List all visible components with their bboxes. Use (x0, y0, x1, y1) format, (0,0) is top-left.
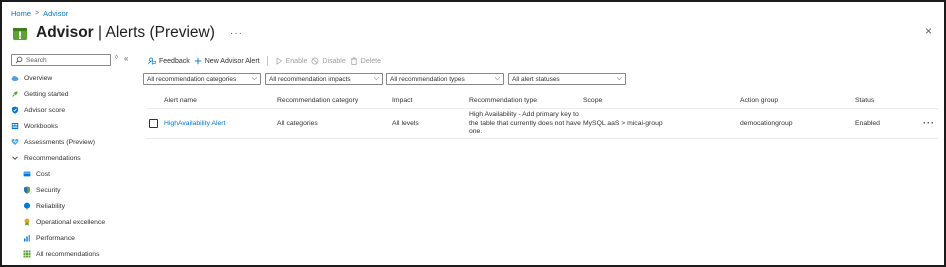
sidebar-item-label: Performance (36, 234, 75, 242)
search-icon (15, 56, 23, 64)
page-header: Advisor | Alerts (Preview) ··· (11, 22, 243, 44)
chevron-down-icon (12, 156, 18, 160)
toolbar-divider (266, 56, 268, 66)
delete-label: Delete (360, 57, 381, 65)
chevron-down-icon: ⌵ (616, 75, 622, 82)
feedback-icon (148, 57, 156, 65)
row-more-options-icon[interactable]: ··· (923, 118, 935, 128)
impact-cell: All levels (392, 120, 419, 127)
column-header-alert-name[interactable]: Alert name (164, 97, 197, 104)
delete-button[interactable]: Delete (350, 57, 381, 65)
rocket-icon (12, 91, 18, 97)
scope-cell: MySQL aaS > micai-group (583, 120, 663, 127)
column-header-action-group[interactable]: Action group (740, 97, 778, 104)
feedback-label: Feedback (159, 57, 190, 65)
sidebar-item-cost[interactable]: Cost (23, 168, 50, 180)
search-placeholder: Search (26, 56, 47, 64)
sidebar-item-label: Advisor score (24, 106, 66, 114)
feedback-button[interactable]: Feedback (148, 57, 190, 65)
disable-label: Disable (322, 57, 346, 65)
table-divider (146, 138, 938, 139)
advisor-icon (11, 24, 29, 42)
sidebar-item-security[interactable]: Security (23, 184, 61, 196)
breadcrumb-separator: > (35, 10, 40, 17)
search-input[interactable]: Search (11, 54, 111, 66)
sidebar-item-operational-excellence[interactable]: Operational excellence (23, 216, 105, 228)
workbook-icon (11, 123, 19, 129)
sidebar-item-label: All recommendations (36, 250, 100, 258)
row-checkbox[interactable] (149, 119, 158, 128)
breadcrumb: Home > Advisor (11, 9, 68, 18)
disable-icon (311, 57, 319, 65)
action-group-cell: democationgroup (740, 120, 793, 127)
breadcrumb-advisor-link[interactable]: Advisor (43, 9, 68, 18)
more-options-icon[interactable]: ··· (230, 28, 243, 39)
type-filter-value: All recommendation types (390, 75, 465, 83)
column-header-type[interactable]: Recommendation type (469, 97, 537, 104)
impact-filter-value: All recommendation impacts (269, 75, 351, 83)
sidebar-item-label: Recommendations (24, 154, 81, 162)
operational-excellence-icon (24, 218, 30, 226)
enable-button[interactable]: Enable (275, 57, 308, 65)
status-filter-value: All alert statuses (512, 75, 560, 83)
search-options-icon[interactable]: ◊ (115, 55, 118, 61)
sidebar-item-assessments[interactable]: Assessments (Preview) (11, 136, 95, 148)
sidebar-item-all-recommendations[interactable]: All recommendations (23, 248, 99, 260)
cost-icon (23, 171, 31, 177)
status-filter-dropdown[interactable]: All alert statuses ⌵ (508, 73, 626, 85)
column-header-status[interactable]: Status (855, 97, 874, 104)
sidebar-group-recommendations[interactable]: Recommendations (11, 152, 81, 164)
sidebar-item-label: Assessments (Preview) (24, 138, 96, 146)
plus-icon (194, 57, 201, 65)
collapse-sidebar-icon[interactable]: « (124, 54, 128, 63)
status-cell: Enabled (855, 120, 880, 127)
close-icon[interactable]: × (925, 24, 932, 38)
sidebar-item-getting-started[interactable]: Getting started (11, 88, 69, 100)
new-advisor-alert-label: New Advisor Alert (204, 57, 260, 65)
reliability-icon (24, 202, 30, 210)
sidebar-item-workbooks[interactable]: Workbooks (11, 120, 58, 132)
command-bar: Feedback New Advisor Alert Enable Disabl… (148, 55, 381, 67)
sidebar-item-label: Getting started (24, 90, 69, 98)
assessment-icon (11, 139, 19, 145)
window-frame: Home > Advisor Advisor | Alerts (Preview… (0, 0, 946, 267)
column-header-category[interactable]: Recommendation category (277, 97, 358, 104)
sidebar-item-label: Workbooks (24, 122, 58, 130)
shield-check-icon (12, 106, 18, 114)
type-filter-dropdown[interactable]: All recommendation types ⌵ (386, 73, 504, 85)
category-cell: All categories (277, 120, 318, 127)
sidebar: Search ◊ « Overview Getting started Advi… (9, 52, 137, 264)
alert-name-link[interactable]: HighAvailability Alert (164, 120, 225, 127)
sidebar-item-label: Cost (36, 170, 50, 178)
breadcrumb-home-link[interactable]: Home (11, 9, 31, 18)
chevron-down-icon: ⌵ (251, 75, 257, 82)
sidebar-item-overview[interactable]: Overview (11, 72, 52, 84)
category-filter-value: All recommendation categories (147, 75, 237, 83)
trash-icon (350, 57, 357, 65)
page-title: Advisor | Alerts (Preview) (36, 24, 215, 41)
performance-icon (24, 235, 30, 242)
sidebar-item-performance[interactable]: Performance (23, 232, 75, 244)
sidebar-item-advisor-score[interactable]: Advisor score (11, 104, 65, 116)
sidebar-item-reliability[interactable]: Reliability (23, 200, 65, 212)
new-advisor-alert-button[interactable]: New Advisor Alert (194, 57, 260, 65)
security-icon (24, 186, 30, 194)
category-filter-dropdown[interactable]: All recommendation categories ⌵ (143, 73, 261, 85)
chevron-down-icon: ⌵ (373, 75, 379, 82)
type-cell: High Availability - Add primary key to t… (469, 111, 581, 135)
sidebar-item-label: Security (36, 186, 61, 194)
impact-filter-dropdown[interactable]: All recommendation impacts ⌵ (265, 73, 383, 85)
disable-button[interactable]: Disable (311, 57, 346, 65)
chevron-down-icon: ⌵ (494, 75, 500, 82)
sidebar-item-label: Reliability (36, 202, 66, 210)
table-divider (146, 108, 938, 109)
enable-label: Enable (285, 57, 308, 65)
column-header-impact[interactable]: Impact (392, 97, 412, 104)
cloud-icon (11, 76, 19, 81)
column-header-scope[interactable]: Scope (583, 97, 602, 104)
sidebar-item-label: Operational excellence (36, 218, 106, 226)
grid-icon (23, 250, 31, 258)
sidebar-item-label: Overview (24, 74, 53, 82)
play-icon (276, 57, 282, 65)
